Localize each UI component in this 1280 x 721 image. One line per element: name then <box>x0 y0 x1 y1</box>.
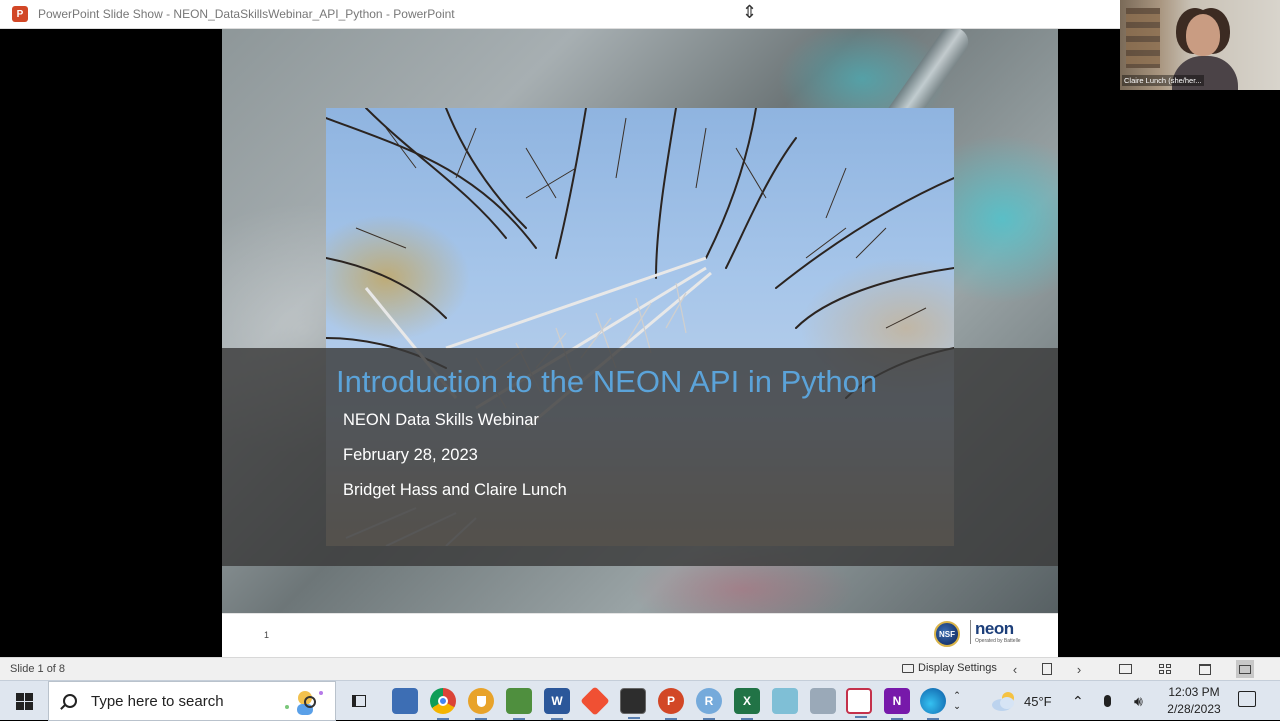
edge-icon[interactable] <box>920 688 946 720</box>
window-title-bar[interactable]: P PowerPoint Slide Show - NEON_DataSkill… <box>0 0 1120 29</box>
slide-menu-button[interactable] <box>1038 660 1056 678</box>
next-slide-button[interactable]: › <box>1070 660 1088 678</box>
webcam-thumbnail[interactable]: Claire Lunch (she/her... <box>1120 0 1280 90</box>
slide-footer: 1 NSF neon Operated by Battelle <box>222 613 1058 657</box>
show-hidden-icons-button[interactable]: ⌃ <box>1072 681 1084 721</box>
slideshow-view-button[interactable] <box>1236 660 1254 678</box>
resize-cursor-icon: ⇕ <box>742 2 758 22</box>
powerpoint-icon[interactable]: P <box>658 688 684 720</box>
slide-sorter-button[interactable] <box>1156 660 1174 678</box>
previous-slide-button[interactable]: ‹ <box>1006 660 1024 678</box>
slide-counter: Slide 1 of 8 <box>10 663 66 675</box>
bookshelf <box>1126 8 1160 68</box>
display-settings-label: Display Settings <box>918 662 997 674</box>
neon-logo-tagline: Operated by Battelle <box>975 638 1021 644</box>
start-button[interactable] <box>0 681 48 721</box>
webcam-name-label: Claire Lunch (she/her... <box>1122 75 1204 86</box>
slide-menu-icon <box>1042 663 1052 675</box>
nsf-logo-icon: NSF <box>934 621 960 647</box>
speaker-icon[interactable]: 🔊︎ <box>1134 681 1143 721</box>
weather-widget[interactable]: 45°F <box>990 681 1052 721</box>
reading-view-icon <box>1199 663 1211 675</box>
notification-center-icon[interactable] <box>1238 691 1256 707</box>
excel-icon[interactable]: X <box>734 688 760 720</box>
window-title: PowerPoint Slide Show - NEON_DataSkillsW… <box>38 7 455 21</box>
slide-subtitle-authors: Bridget Hass and Claire Lunch <box>343 481 567 499</box>
onenote-icon[interactable]: N <box>884 688 910 720</box>
slide-canvas[interactable]: Introduction to the NEON API in Python N… <box>222 29 1058 657</box>
taskbar-search-box[interactable]: Type here to search <box>48 681 336 721</box>
powerpoint-app-icon: P <box>12 6 28 22</box>
r-icon[interactable]: R <box>696 688 722 720</box>
remote-app-icon[interactable] <box>392 688 418 714</box>
search-icon <box>63 694 77 708</box>
terminal-icon[interactable] <box>620 688 646 719</box>
slide-subtitle-event: NEON Data Skills Webinar <box>343 411 539 429</box>
normal-view-icon <box>1118 664 1132 674</box>
clock-date: 2/28/2023 <box>1167 702 1221 716</box>
presenter-head <box>1186 14 1220 56</box>
reading-view-button[interactable] <box>1196 660 1214 678</box>
neon-logo-text: neon <box>975 619 1014 638</box>
chrome-icon[interactable] <box>430 688 456 720</box>
windows-logo-icon <box>15 692 33 710</box>
search-placeholder: Type here to search <box>91 692 224 710</box>
vpn-shield-icon[interactable] <box>468 688 494 720</box>
normal-view-button[interactable] <box>1116 660 1134 678</box>
image-viewer-icon[interactable] <box>506 688 532 720</box>
display-settings-button[interactable]: Display Settings <box>902 662 997 674</box>
cloudy-weather-icon <box>992 692 1014 711</box>
mail-icon[interactable] <box>810 688 836 714</box>
snipping-icon[interactable] <box>846 688 872 718</box>
clock-time: 12:03 PM <box>1168 685 1220 699</box>
microphone-icon[interactable] <box>1104 681 1111 721</box>
search-highlight-icon <box>285 691 323 715</box>
slide-page-number: 1 <box>264 630 270 640</box>
word-icon[interactable]: W <box>544 688 570 720</box>
chevron-up-icon: ⌃ <box>953 690 961 700</box>
slideshow-view-icon <box>1239 664 1251 674</box>
slideshow-status-bar: Slide 1 of 8 Display Settings ‹ › <box>0 657 1280 680</box>
monitor-icon <box>902 663 914 673</box>
notes-icon[interactable] <box>772 688 798 714</box>
slide-title: Introduction to the NEON API in Python <box>336 364 878 399</box>
chevron-up-icon: ⌃ <box>1072 692 1084 709</box>
taskbar-clock[interactable]: 12:03 PM 2/28/2023 <box>1160 684 1228 718</box>
slide-sorter-icon <box>1159 664 1171 674</box>
neon-logo: neon Operated by Battelle <box>970 620 1021 644</box>
slide-subtitle-date: February 28, 2023 <box>343 446 478 464</box>
task-view-icon[interactable] <box>346 688 372 714</box>
chevron-down-icon: ⌄ <box>953 701 961 711</box>
weather-temperature: 45°F <box>1024 693 1052 709</box>
git-icon[interactable] <box>580 686 610 716</box>
taskbar-scroll-chevrons[interactable]: ⌃ ⌄ <box>950 683 964 719</box>
windows-taskbar: Type here to search W P R X N ⌃ ⌄ 45°F ⌃… <box>0 680 1280 721</box>
